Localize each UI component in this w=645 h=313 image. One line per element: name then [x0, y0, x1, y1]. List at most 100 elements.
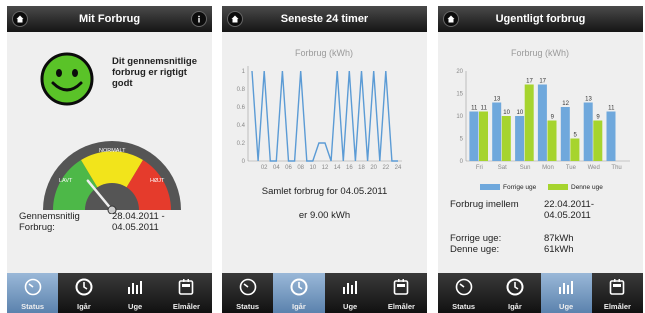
- tab-bar: Status Igår Uge Elmåler: [222, 273, 427, 313]
- tab-label: Uge: [343, 302, 358, 311]
- clock-icon: [290, 278, 308, 296]
- tab-uge[interactable]: Uge: [325, 273, 376, 313]
- x-tick-label: 22: [382, 165, 389, 171]
- y-tick-label: 0.2: [237, 141, 246, 147]
- y-tick-label: 0.4: [237, 123, 246, 129]
- gauge-label-high: HØJT: [150, 178, 165, 184]
- between-value: 22.04.2011- 04.05.2011: [544, 199, 595, 221]
- bar-value-label: 17: [539, 79, 546, 85]
- tab-status[interactable]: Status: [222, 273, 273, 313]
- home-icon: [231, 15, 239, 23]
- status-screen: Mit Forbrug Dit gennemsnitlige forbrug e…: [7, 6, 212, 313]
- yesterday-screen: Seneste 24 timer Forbrug (kWh) 0 0.2 0.4 0.…: [222, 6, 427, 313]
- bar-value-label: 5: [574, 133, 578, 139]
- top-bar: Mit Forbrug: [7, 6, 212, 32]
- x-tick-label: 20: [370, 165, 377, 171]
- tab-elmaler[interactable]: Elmåler: [161, 273, 212, 313]
- y-tick-label: 1: [242, 69, 246, 75]
- bar: [547, 120, 557, 161]
- info-icon: [198, 15, 200, 23]
- info-button[interactable]: [191, 11, 207, 27]
- y-tick-label: 0.8: [237, 87, 246, 93]
- home-icon: [16, 15, 24, 23]
- bar-chart-icon: [559, 281, 574, 294]
- meter-icon: [179, 279, 194, 295]
- x-tick-label: 04: [273, 165, 280, 171]
- bar: [606, 111, 616, 161]
- tab-label: Status: [452, 302, 476, 311]
- legend-prev-swatch: [480, 184, 500, 191]
- tab-bar: Status Igår Uge Elmåler: [7, 273, 212, 313]
- tab-elmaler[interactable]: Elmåler: [376, 273, 427, 313]
- tab-bar: Status Igår Uge Elmåler: [438, 273, 643, 313]
- bar-value-label: 10: [503, 110, 510, 116]
- top-bar: Seneste 24 timer: [222, 6, 427, 32]
- y-tick-label: 0: [460, 159, 464, 165]
- bar: [583, 102, 593, 161]
- y-tick-label: 15: [456, 92, 463, 98]
- gauge-icon: [24, 278, 41, 296]
- page-title: Seneste 24 timer: [280, 13, 369, 25]
- x-tick-label: 10: [309, 165, 316, 171]
- gauge-icon: [239, 278, 256, 296]
- tab-igar[interactable]: Igår: [58, 273, 109, 313]
- tab-elmaler[interactable]: Elmåler: [592, 273, 643, 313]
- weekly-consumption-chart: Forbrug (kWh) 05101520 11 11Fri1310Sat101…: [456, 48, 630, 171]
- curr-label: Denne uge:: [450, 244, 500, 255]
- bar: [479, 111, 488, 161]
- home-button[interactable]: [12, 11, 28, 27]
- tab-uge[interactable]: Uge: [110, 273, 161, 313]
- bar-value-label: 9: [596, 115, 600, 121]
- x-tick-label: Thu: [611, 165, 621, 171]
- y-tick-label: 20: [456, 69, 463, 75]
- between-label: Forbrug imellem: [450, 199, 519, 210]
- bar-value-label: 12: [562, 101, 569, 107]
- bar-value-label: 11: [481, 106, 488, 112]
- period-label: Gennemsnitlig Forbrug:: [19, 211, 80, 233]
- x-tick-label: Wed: [588, 165, 600, 171]
- clock-icon: [506, 278, 524, 296]
- tab-label: Igår: [76, 302, 91, 311]
- consumption-gauge: LAVT NORMALT HØJT: [43, 141, 181, 214]
- home-button[interactable]: [443, 11, 459, 27]
- bar: [593, 120, 603, 161]
- gauge-label-normal: NORMALT: [99, 148, 126, 154]
- bar-value-label: 9: [551, 115, 555, 121]
- bar: [524, 84, 534, 161]
- bar: [492, 102, 502, 161]
- tab-igar[interactable]: Igår: [273, 273, 325, 313]
- bar: [469, 111, 479, 161]
- legend-prev-label: Forrige uge: [503, 184, 537, 191]
- x-tick-label: Tue: [566, 165, 577, 171]
- status-message: Dit gennemsnitlige forbrug er rigtigt go…: [112, 56, 197, 89]
- x-tick-label: 12: [322, 165, 329, 171]
- tab-label: Elmåler: [172, 302, 200, 311]
- legend-curr: Denne uge: [548, 184, 603, 191]
- bar-chart-icon: [343, 281, 358, 294]
- legend-curr-swatch: [548, 184, 568, 191]
- chart-title: Forbrug (kWh): [511, 48, 569, 58]
- tab-label: Elmåler: [387, 302, 415, 311]
- y-tick-label: 0: [242, 159, 246, 165]
- x-tick-label: Fri: [476, 165, 483, 171]
- y-tick-label: 5: [460, 137, 464, 143]
- tab-label: Uge: [559, 302, 574, 311]
- bar-value-label: 17: [526, 79, 533, 85]
- total-label: Samlet forbrug for 04.05.2011: [261, 186, 388, 197]
- prev-label: Forrige uge:: [450, 233, 502, 244]
- tab-label: Elmåler: [603, 302, 631, 311]
- smiley-icon: [40, 52, 94, 106]
- x-tick-label: 18: [358, 165, 365, 171]
- home-button[interactable]: [227, 11, 243, 27]
- legend-prev: Forrige uge: [480, 184, 536, 191]
- tab-label: Igår: [291, 302, 306, 311]
- tab-status[interactable]: Status: [7, 273, 59, 313]
- tab-igar[interactable]: Igår: [489, 273, 540, 313]
- x-tick-label: Mon: [542, 165, 554, 171]
- home-icon: [447, 15, 455, 23]
- series-line: [251, 70, 398, 162]
- x-tick-label: 08: [297, 165, 304, 171]
- tab-uge[interactable]: Uge: [540, 273, 592, 313]
- bar: [515, 116, 525, 161]
- tab-status[interactable]: Status: [438, 273, 489, 313]
